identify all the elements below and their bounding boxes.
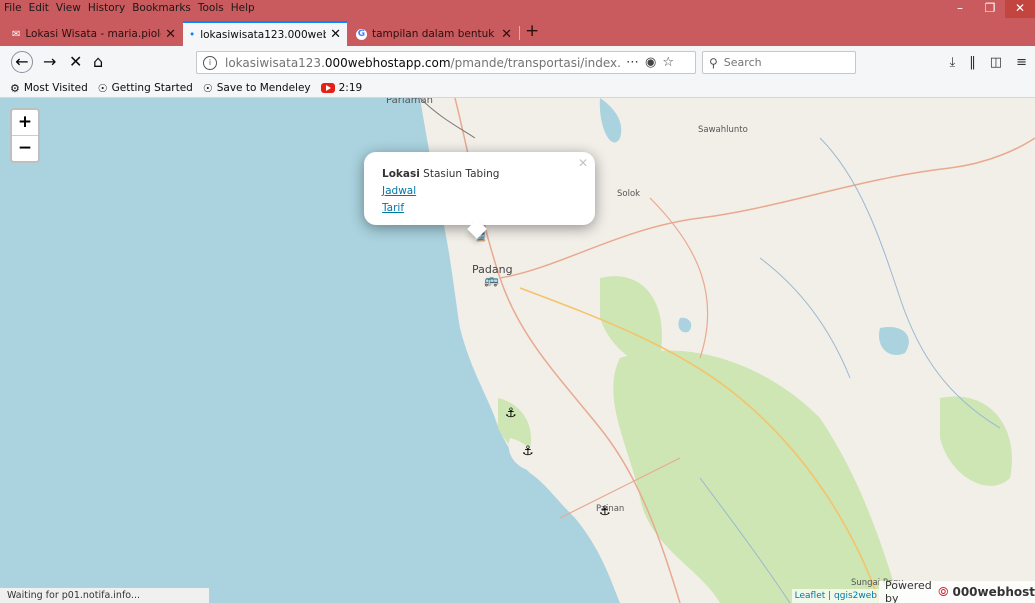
navigation-toolbar: ← → ✕ ⌂ i lokasiwisata123.000webhostapp.… <box>0 46 1035 79</box>
tab-title: tampilan dalam bentuk web - P… <box>372 28 497 40</box>
popup-link-jadwal[interactable]: Jadwal <box>382 185 416 197</box>
close-tab-icon[interactable]: ✕ <box>330 27 341 42</box>
menu-history[interactable]: History <box>88 2 125 14</box>
menu-edit[interactable]: Edit <box>29 2 49 14</box>
menu-bookmarks[interactable]: Bookmarks <box>132 2 191 14</box>
bookmark-youtube[interactable]: 2:19 <box>320 82 363 94</box>
hamburger-menu-icon[interactable]: ≡ <box>1016 55 1027 70</box>
globe-icon: ☉ <box>97 81 108 95</box>
loading-dot-icon: • <box>189 28 196 41</box>
status-bar: Waiting for p01.notifa.info... <box>0 587 210 603</box>
powered-by-text: Powered by <box>885 579 932 603</box>
zoom-in-button[interactable]: + <box>12 110 38 136</box>
map-attribution[interactable]: Leaflet | qgis2web <box>791 589 880 603</box>
bookmark-label: Most Visited <box>23 82 88 94</box>
minimize-button[interactable]: – <box>945 0 975 18</box>
search-icon: ⚲ <box>709 55 718 70</box>
google-icon: G <box>356 28 367 40</box>
page-actions-icon[interactable]: ⋯ <box>626 55 639 70</box>
forward-button[interactable]: → <box>43 53 56 71</box>
menu-view[interactable]: View <box>56 2 81 14</box>
marker-popup: ✕ Lokasi Stasiun Tabing Jadwal Tarif <box>364 152 595 239</box>
gear-icon: ⚙ <box>10 81 20 95</box>
bookmark-label: Getting Started <box>111 82 193 94</box>
bookmark-label: Save to Mendeley <box>216 82 311 94</box>
globe-icon: ☉ <box>202 81 213 95</box>
leaflet-map[interactable]: + − Pariaman Sawahlunto Solok Padang Pai… <box>0 98 1035 603</box>
youtube-icon <box>320 83 335 93</box>
zoom-control: + − <box>10 108 40 163</box>
tab-map-active[interactable]: • lokasiwisata123.000webhostapp… ✕ <box>183 21 347 46</box>
zoom-out-button[interactable]: − <box>12 136 38 161</box>
anchor-marker-icon[interactable]: ⚓ <box>599 504 611 519</box>
search-box[interactable]: ⚲ <box>702 51 856 74</box>
home-button[interactable]: ⌂ <box>93 53 103 71</box>
map-label-pariaman: Pariaman <box>386 98 433 106</box>
powered-by-brand: 000webhost <box>952 585 1035 599</box>
url-text[interactable]: lokasiwisata123.000webhostapp.com/pmande… <box>225 56 620 70</box>
bookmark-star-icon[interactable]: ☆ <box>662 55 674 70</box>
tab-gmail[interactable]: ✉ Lokasi Wisata - maria.piolenta… ✕ <box>6 22 182 46</box>
anchor-marker-icon[interactable]: ⚓ <box>505 406 517 421</box>
tab-google[interactable]: G tampilan dalam bentuk web - P… ✕ <box>350 22 518 46</box>
pocket-icon[interactable]: ◉ <box>645 55 656 70</box>
popup-link-tarif[interactable]: Tarif <box>382 202 404 214</box>
info-icon[interactable]: i <box>203 55 217 70</box>
gmail-icon: ✉ <box>12 28 21 40</box>
bookmark-label: 2:19 <box>338 82 363 94</box>
sidebar-icon[interactable]: ◫ <box>990 55 1002 70</box>
search-input[interactable] <box>721 55 846 70</box>
close-tab-icon[interactable]: ✕ <box>501 27 512 42</box>
close-window-button[interactable]: ✕ <box>1005 0 1035 18</box>
close-tab-icon[interactable]: ✕ <box>165 27 176 42</box>
back-button[interactable]: ← <box>11 51 33 73</box>
tab-title: lokasiwisata123.000webhostapp… <box>200 28 327 41</box>
powered-by-badge[interactable]: Powered by ⦾ 000webhost <box>879 579 1035 603</box>
menu-file[interactable]: File <box>4 2 22 14</box>
menu-bar: File Edit View History Bookmarks Tools H… <box>0 0 1035 18</box>
stop-button[interactable]: ✕ <box>69 53 82 71</box>
map-label-sawahlunto: Sawahlunto <box>698 125 748 135</box>
000webhost-logo-icon: ⦾ <box>938 584 949 600</box>
bookmark-most-visited[interactable]: ⚙ Most Visited <box>10 82 88 95</box>
bus-marker-icon[interactable]: 🚌 <box>484 273 499 287</box>
tab-title: Lokasi Wisata - maria.piolenta… <box>25 28 161 40</box>
new-tab-button[interactable]: + <box>525 23 539 40</box>
tab-separator <box>519 26 520 40</box>
menu-tools[interactable]: Tools <box>198 2 224 14</box>
anchor-marker-icon[interactable]: ⚓ <box>522 444 534 459</box>
popup-close-icon[interactable]: ✕ <box>578 156 588 170</box>
map-label-solok: Solok <box>617 189 641 199</box>
url-bar[interactable]: i lokasiwisata123.000webhostapp.com/pman… <box>196 51 696 74</box>
download-icon[interactable]: ⤓ <box>950 55 956 70</box>
restore-button[interactable]: ❐ <box>975 0 1005 18</box>
bookmark-mendeley[interactable]: ☉ Save to Mendeley <box>203 82 311 95</box>
library-icon[interactable]: ‖ <box>969 55 976 70</box>
bookmark-getting-started[interactable]: ☉ Getting Started <box>98 82 193 95</box>
bookmarks-toolbar: ⚙ Most Visited ☉ Getting Started ☉ Save to … <box>0 79 1035 98</box>
popup-location: Lokasi Stasiun Tabing <box>382 168 500 180</box>
tab-bar: ✉ Lokasi Wisata - maria.piolenta… ✕ • lo… <box>0 18 1035 46</box>
menu-help[interactable]: Help <box>231 2 255 14</box>
